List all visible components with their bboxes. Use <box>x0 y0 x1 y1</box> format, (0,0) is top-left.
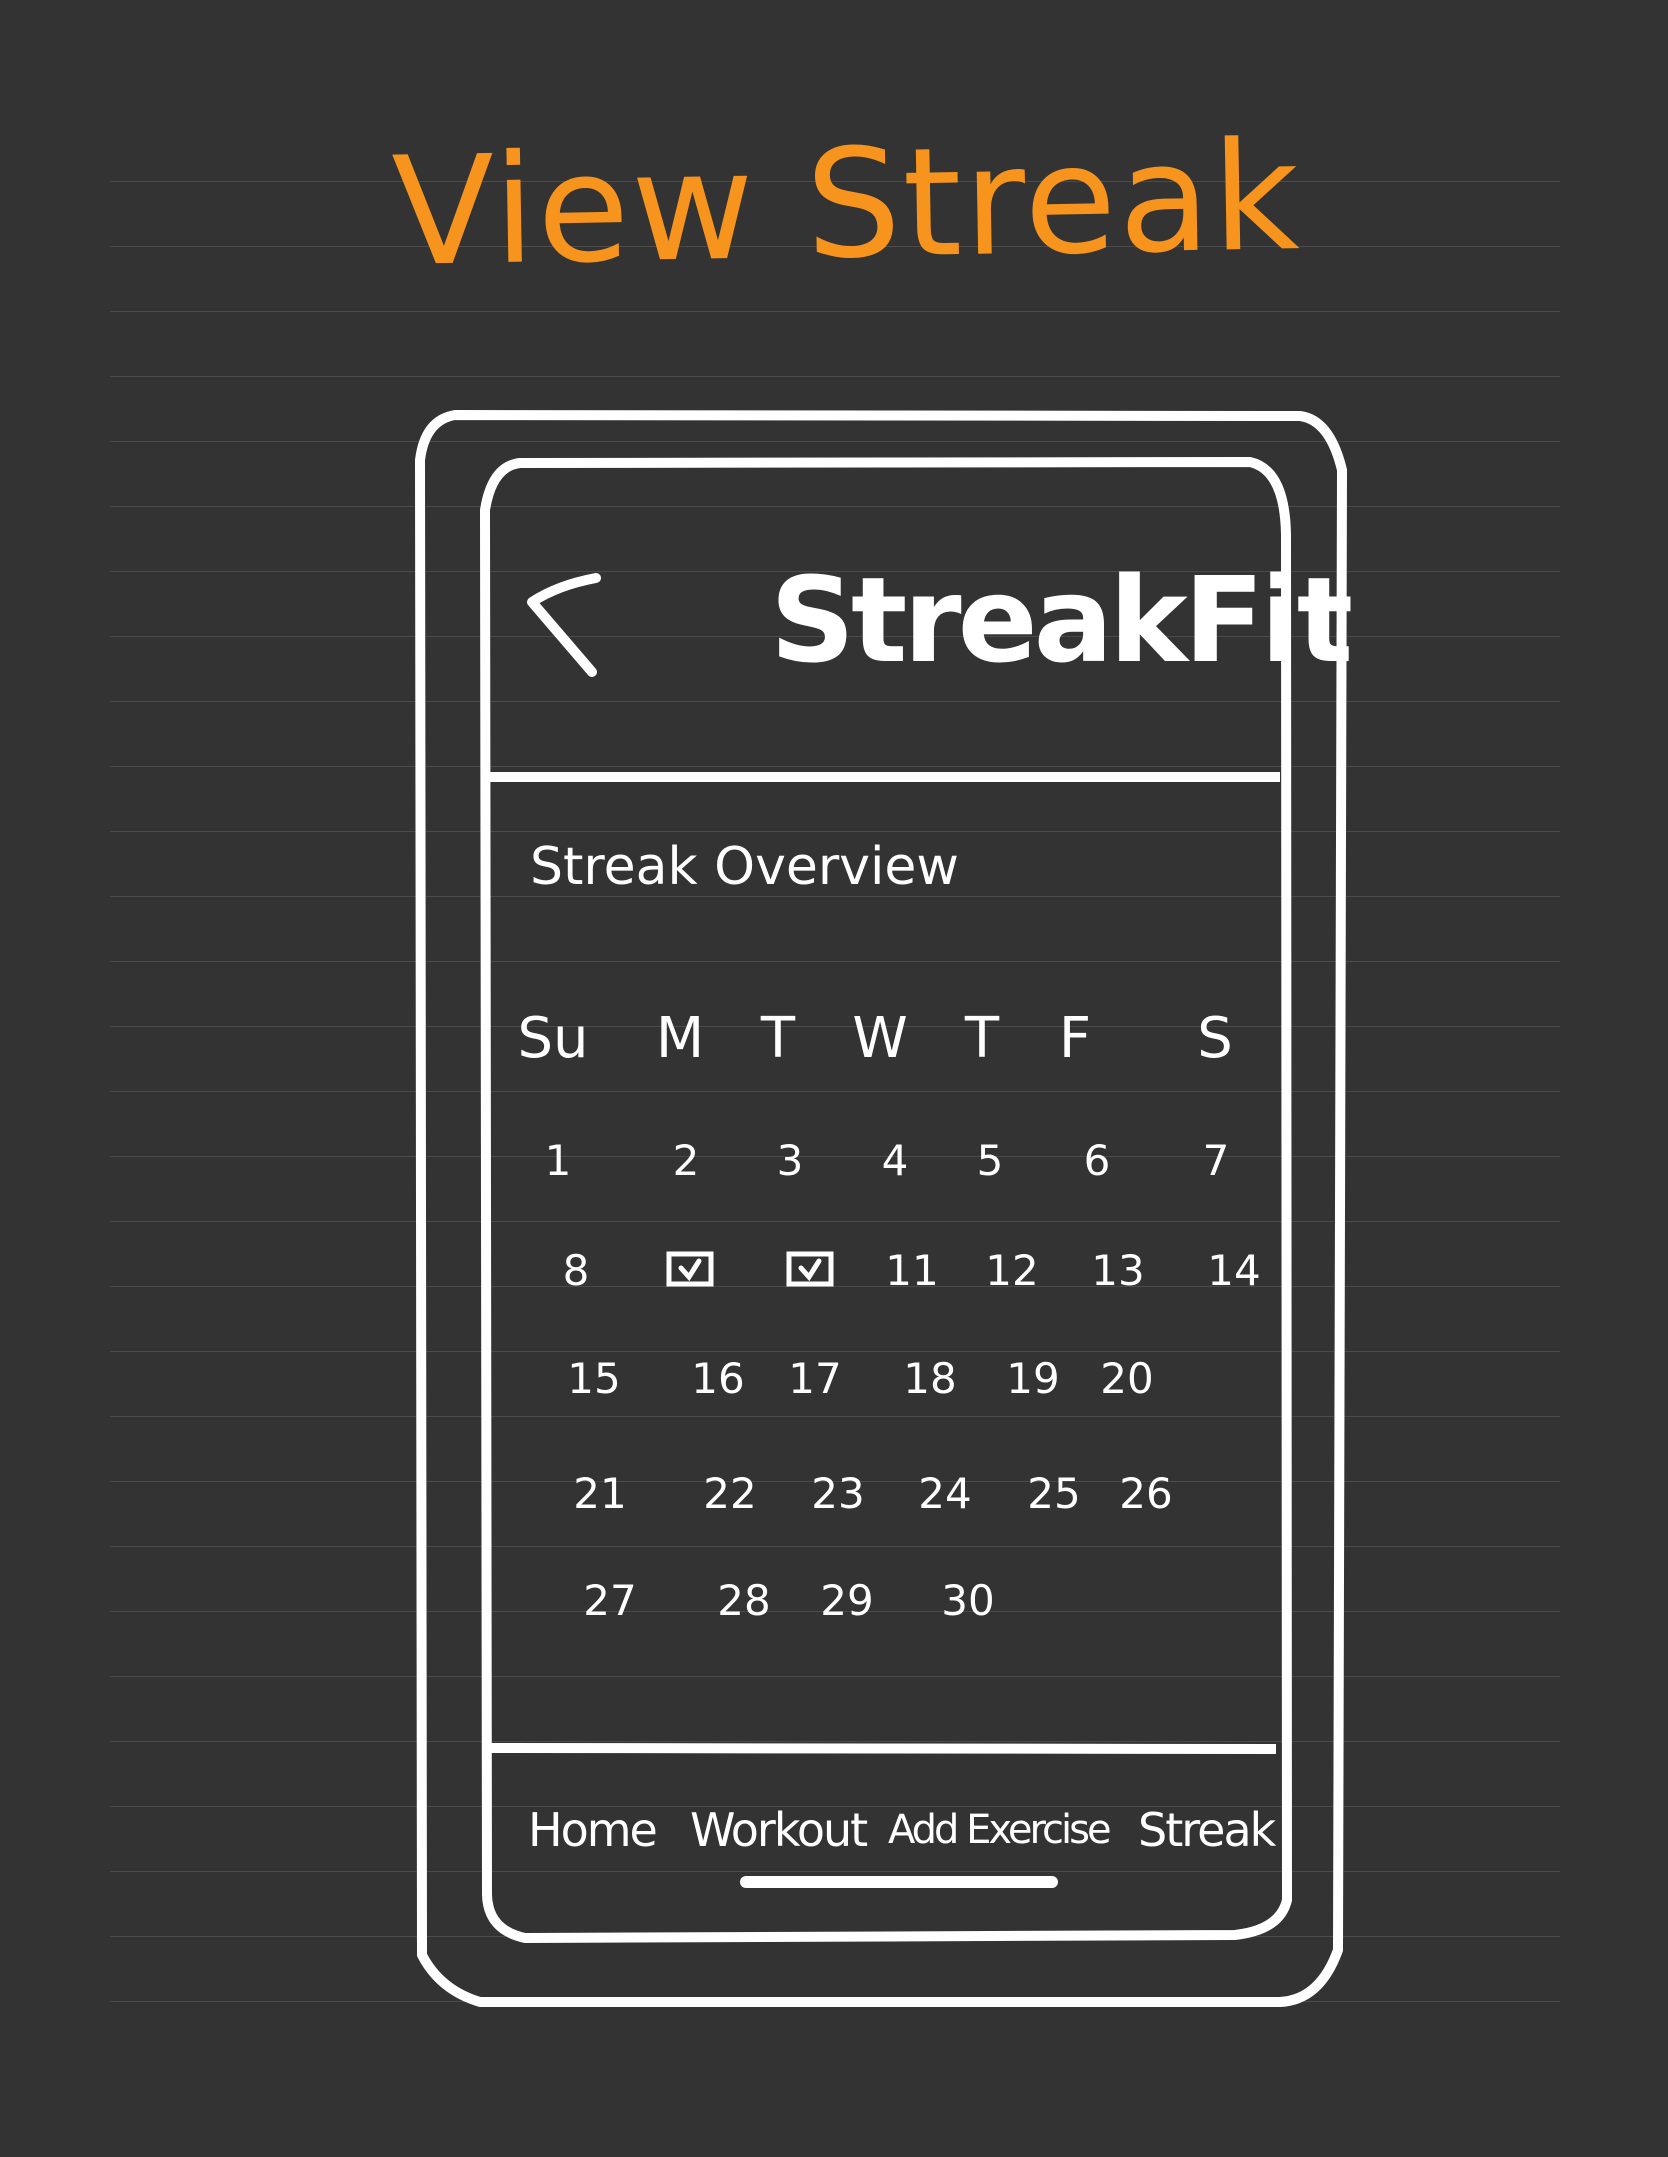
day-cell[interactable]: 27 <box>560 1560 660 1640</box>
day-cell-checked[interactable] <box>760 1230 860 1310</box>
day-cell[interactable]: 28 <box>694 1560 794 1640</box>
day-cell[interactable]: 16 <box>668 1338 768 1418</box>
day-cell[interactable]: 22 <box>680 1453 780 1533</box>
weekday-label: T <box>760 1005 796 1071</box>
nav-item-add-exercise[interactable]: Add Exercise <box>888 1795 1112 1865</box>
checkbox-checked-icon <box>666 1251 714 1287</box>
section-title: Streak Overview <box>530 837 959 897</box>
day-cell[interactable]: 30 <box>918 1560 1018 1640</box>
day-cell[interactable]: 14 <box>1184 1230 1284 1310</box>
weekday-label: T <box>964 1005 1000 1071</box>
weekday-label: M <box>655 1005 705 1071</box>
day-cell[interactable]: 2 <box>636 1120 736 1200</box>
day-cell[interactable]: 11 <box>862 1230 962 1310</box>
day-cell[interactable]: 18 <box>880 1338 980 1418</box>
nav-divider <box>489 1743 1277 1754</box>
weekday-label: W <box>852 1005 908 1071</box>
day-cell[interactable]: 17 <box>765 1338 865 1418</box>
day-cell[interactable]: 7 <box>1166 1120 1266 1200</box>
day-cell[interactable]: 29 <box>797 1560 897 1640</box>
weekday-label: S <box>1197 1005 1233 1071</box>
nav-item-streak[interactable]: Streak <box>1138 1795 1276 1865</box>
weekday-label: F <box>1058 1005 1092 1071</box>
day-cell-checked[interactable] <box>640 1230 740 1310</box>
day-cell[interactable]: 13 <box>1068 1230 1168 1310</box>
day-cell[interactable]: 24 <box>895 1453 995 1533</box>
home-indicator <box>740 1876 1058 1888</box>
day-cell[interactable]: 26 <box>1096 1453 1196 1533</box>
day-cell[interactable]: 3 <box>740 1120 840 1200</box>
day-cell[interactable]: 21 <box>550 1453 650 1533</box>
day-cell[interactable]: 20 <box>1077 1338 1177 1418</box>
day-cell[interactable]: 6 <box>1047 1120 1147 1200</box>
day-cell[interactable]: 12 <box>962 1230 1062 1310</box>
app-title: StreakFit <box>770 551 1353 689</box>
day-cell[interactable]: 8 <box>526 1230 626 1310</box>
day-cell[interactable]: 4 <box>845 1120 945 1200</box>
chevron-left-icon[interactable] <box>518 560 608 680</box>
day-cell[interactable]: 23 <box>788 1453 888 1533</box>
day-cell[interactable]: 1 <box>508 1120 608 1200</box>
day-cell[interactable]: 15 <box>544 1338 644 1418</box>
checkbox-checked-icon <box>786 1251 834 1287</box>
weekday-label: Su <box>517 1005 589 1071</box>
nav-item-workout[interactable]: Workout <box>690 1795 868 1865</box>
day-cell[interactable]: 19 <box>983 1338 1083 1418</box>
day-cell[interactable]: 5 <box>940 1120 1040 1200</box>
day-cell[interactable]: 25 <box>1004 1453 1104 1533</box>
nav-item-home[interactable]: Home <box>528 1795 658 1865</box>
